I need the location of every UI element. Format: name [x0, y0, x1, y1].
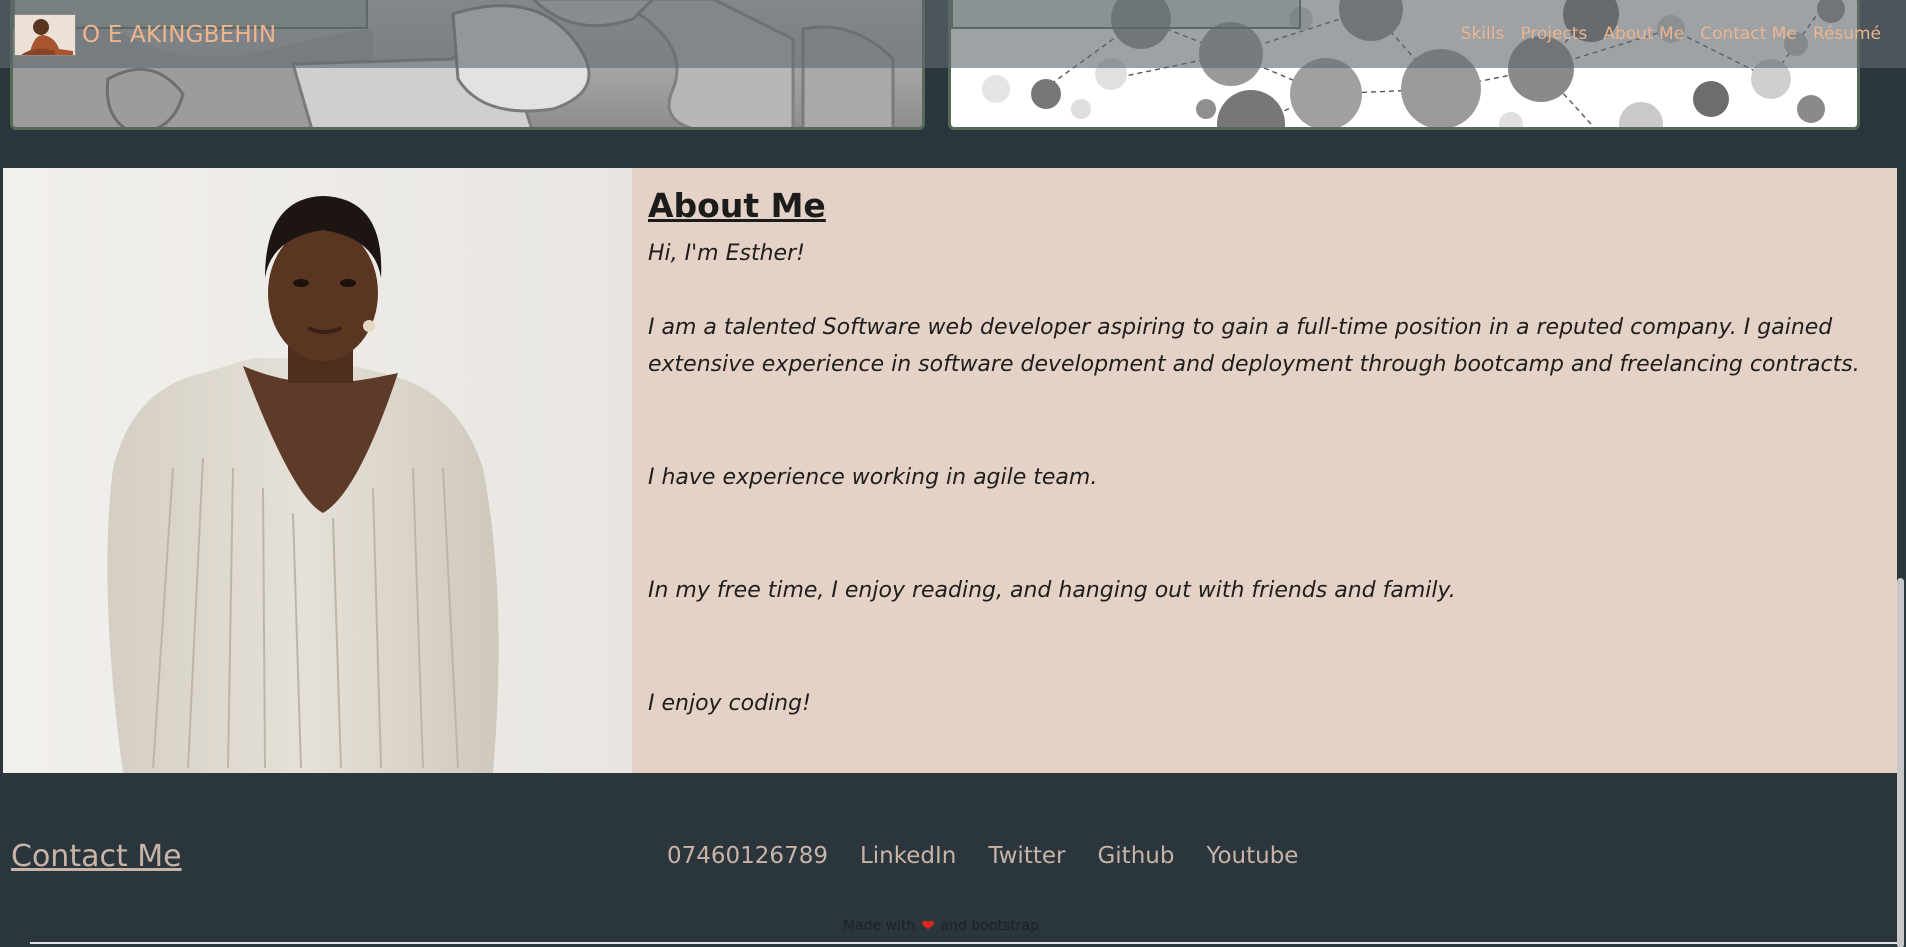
nav-skills[interactable]: Skills [1461, 24, 1505, 44]
brand-name: O E AKINGBEHIN [82, 22, 277, 48]
about-content: About Me Hi, I'm Esther! I am a talented… [632, 168, 1897, 773]
nav-projects[interactable]: Projects [1520, 24, 1587, 44]
linkedin-link[interactable]: LinkedIn [860, 843, 956, 869]
brand-logo [14, 14, 76, 56]
navbar: O E AKINGBEHIN Skills Projects About Me … [0, 0, 1906, 68]
youtube-link[interactable]: Youtube [1206, 843, 1298, 869]
twitter-link[interactable]: Twitter [988, 843, 1065, 869]
about-section: About Me Hi, I'm Esther! I am a talented… [3, 168, 1897, 773]
contact-section: Contact Me 07460126789 LinkedIn Twitter … [0, 773, 1906, 947]
nav-links: Skills Projects About Me Contact Me Résu… [1461, 24, 1881, 44]
heart-icon: ❤ [921, 916, 935, 935]
scrollbar[interactable] [1897, 578, 1904, 947]
nav-about-me[interactable]: About Me [1603, 24, 1684, 44]
about-heading: About Me [648, 186, 826, 225]
profile-photo [3, 168, 632, 773]
github-link[interactable]: Github [1097, 843, 1174, 869]
about-free-time: In my free time, I enjoy reading, and ha… [648, 578, 1456, 603]
phone-link[interactable]: 07460126789 [667, 843, 828, 869]
about-coding: I enjoy coding! [648, 691, 811, 716]
nav-contact-me[interactable]: Contact Me [1700, 24, 1797, 44]
nav-resume[interactable]: Résumé [1813, 24, 1881, 44]
made-with-text: Made with [843, 917, 916, 934]
bootstrap-text: and bootstrap [940, 917, 1040, 934]
contact-heading[interactable]: Contact Me [11, 839, 182, 874]
contact-links: 07460126789 LinkedIn Twitter Github Yout… [667, 843, 1298, 869]
about-greeting: Hi, I'm Esther! [648, 241, 805, 266]
about-agile: I have experience working in agile team. [648, 465, 1098, 490]
made-with-note: Made with ❤ and bootstrap [843, 916, 1039, 935]
brand[interactable]: O E AKINGBEHIN [14, 14, 276, 56]
about-intro: I am a talented Software web developer a… [648, 315, 1860, 377]
divider [30, 942, 1900, 944]
